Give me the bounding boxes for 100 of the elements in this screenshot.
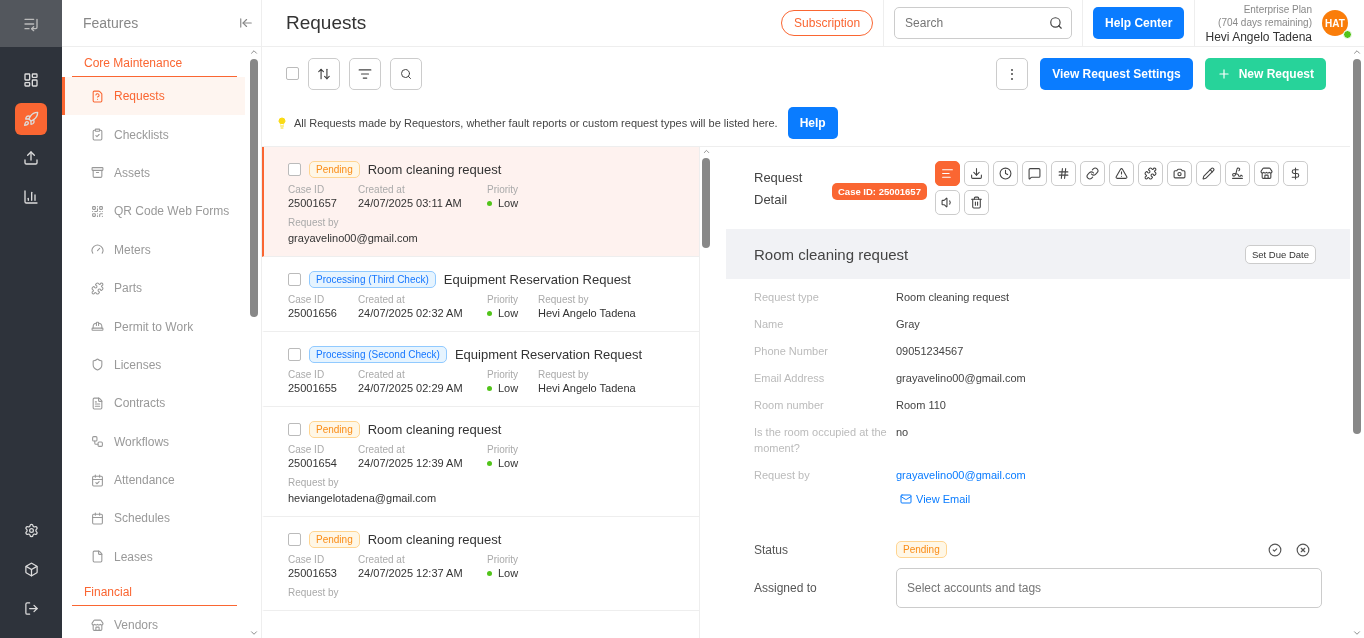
- nav-label: Permit to Work: [114, 319, 194, 334]
- nav-item[interactable]: Parts: [62, 268, 245, 308]
- checkbox[interactable]: [288, 273, 301, 286]
- field-label: Created at: [358, 369, 406, 380]
- nav-item[interactable]: Vendors: [62, 606, 245, 638]
- store-button[interactable]: [1253, 161, 1279, 186]
- priority-dot: [487, 200, 492, 206]
- filter-button[interactable]: [349, 57, 381, 90]
- priority-value: Low: [498, 457, 519, 469]
- case-id: 25001656: [288, 307, 338, 319]
- workflow-icon: [91, 435, 104, 449]
- field-value: no: [896, 425, 910, 440]
- detail-heading: Request Detail: [754, 169, 804, 209]
- field-value: Room cleaning request: [896, 290, 1011, 305]
- search-button[interactable]: [390, 57, 422, 90]
- help-center-button[interactable]: Help Center: [1093, 7, 1185, 39]
- approve-icon[interactable]: [1268, 542, 1282, 557]
- field-label: Case ID: [288, 444, 326, 455]
- priority-value: Low: [498, 307, 519, 319]
- comment-button[interactable]: [1021, 161, 1047, 186]
- hash-icon: [1056, 167, 1070, 180]
- field-label: Created at: [358, 444, 406, 455]
- scrollbar-thumb[interactable]: [702, 158, 710, 248]
- due-date-button[interactable]: Set Due Date: [1244, 244, 1316, 264]
- puzzle-button[interactable]: [1137, 161, 1163, 186]
- case-id: 25001655: [288, 382, 338, 394]
- section-heading: Financial: [72, 582, 237, 607]
- settings-button[interactable]: View Request Settings: [1040, 57, 1193, 90]
- sidebar-title: Features: [83, 15, 139, 31]
- sort-button[interactable]: [308, 57, 340, 90]
- collapse-icon[interactable]: [239, 16, 253, 30]
- checkbox[interactable]: [288, 348, 301, 361]
- priority-dot: [487, 570, 492, 576]
- field-label: Email Address: [754, 371, 826, 386]
- field-value: 09051234567: [896, 344, 965, 359]
- pencil-button[interactable]: [1195, 161, 1221, 186]
- priority-value: Low: [498, 382, 519, 394]
- email-link[interactable]: grayavelino00@gmail.com: [896, 467, 1322, 483]
- nav-item[interactable]: Requests: [62, 77, 245, 116]
- field-label: Name: [754, 317, 785, 332]
- store-icon: [91, 618, 104, 632]
- field-label: Priority: [487, 444, 520, 455]
- nav-item[interactable]: Leases: [62, 537, 245, 577]
- nav-item[interactable]: Meters: [62, 230, 245, 269]
- puzzle-icon: [91, 281, 104, 295]
- help-button[interactable]: Help: [787, 107, 838, 139]
- field-label: Created at: [358, 184, 406, 195]
- field-label: Case ID: [288, 369, 326, 380]
- requester-email: heviangelotadena@gmail.com: [288, 492, 438, 504]
- request-title: Room cleaning request: [367, 422, 502, 437]
- link-button[interactable]: [1079, 161, 1105, 186]
- nav-item[interactable]: Checklists: [62, 115, 245, 154]
- camera-button[interactable]: [1166, 161, 1192, 186]
- sort-icon: [317, 66, 331, 81]
- select-all-checkbox[interactable]: [286, 67, 299, 80]
- status-badge: Pending: [309, 161, 360, 178]
- nav-item[interactable]: QR Code Web Forms: [62, 192, 245, 231]
- nav-label: Meters: [114, 242, 151, 257]
- hash-button[interactable]: [1050, 161, 1076, 186]
- checkbox[interactable]: [288, 423, 301, 436]
- delete-button[interactable]: [963, 190, 989, 215]
- signature-button[interactable]: [1224, 161, 1250, 186]
- nav-item[interactable]: Attendance: [62, 460, 245, 500]
- status-badge: Pending: [896, 541, 947, 558]
- nav-label: Leases: [114, 549, 153, 564]
- nav-item[interactable]: Schedules: [62, 499, 245, 538]
- new-request-button[interactable]: New Request: [1204, 57, 1326, 90]
- nav-label: Licenses: [114, 357, 162, 372]
- nav-item[interactable]: Licenses: [62, 345, 245, 385]
- file-icon: [91, 550, 104, 564]
- field-label: Request by: [754, 468, 811, 483]
- download-button[interactable]: [963, 161, 989, 186]
- rocket-icon[interactable]: [15, 103, 47, 135]
- nav-item[interactable]: Workflows: [62, 422, 245, 461]
- field-label: Priority: [487, 369, 520, 380]
- dollar-button[interactable]: [1282, 161, 1308, 186]
- search-field[interactable]: Search: [894, 7, 1073, 39]
- speaker-button[interactable]: [934, 190, 960, 215]
- subscription-button[interactable]: Subscription: [781, 10, 874, 36]
- warning-button[interactable]: [1108, 161, 1134, 186]
- nav-item[interactable]: Assets: [62, 153, 245, 193]
- nav-item[interactable]: Permit to Work: [62, 307, 245, 346]
- created-date: 24/07/2025 02:32 AM: [358, 307, 464, 319]
- checkbox[interactable]: [288, 533, 301, 546]
- view-email-link[interactable]: View Email: [900, 493, 1322, 505]
- case-id-badge: Case ID: 25001657: [832, 183, 927, 200]
- scrollbar-thumb[interactable]: [1353, 59, 1361, 434]
- clock-button[interactable]: [992, 161, 1018, 186]
- plan-name: Enterprise Plan: [1243, 2, 1312, 16]
- search-icon: [400, 67, 412, 80]
- checkbox[interactable]: [288, 163, 301, 176]
- reject-icon[interactable]: [1296, 542, 1310, 557]
- assign-field[interactable]: Select accounts and tags: [896, 568, 1322, 608]
- scrollbar-thumb[interactable]: [250, 59, 258, 317]
- request-card[interactable]: Pending Room cleaning request Case ID Created at Priority 25001657 24/07/2025 03:11 AM Low Request by grayavelino00@gmail.com: [262, 147, 699, 257]
- more-button[interactable]: ⋮: [996, 57, 1029, 90]
- status-badge: Processing (Third Check): [309, 271, 436, 288]
- priority-dot: [487, 385, 492, 391]
- nav-item[interactable]: Contracts: [62, 384, 245, 423]
- nav-label: Assets: [114, 165, 150, 180]
